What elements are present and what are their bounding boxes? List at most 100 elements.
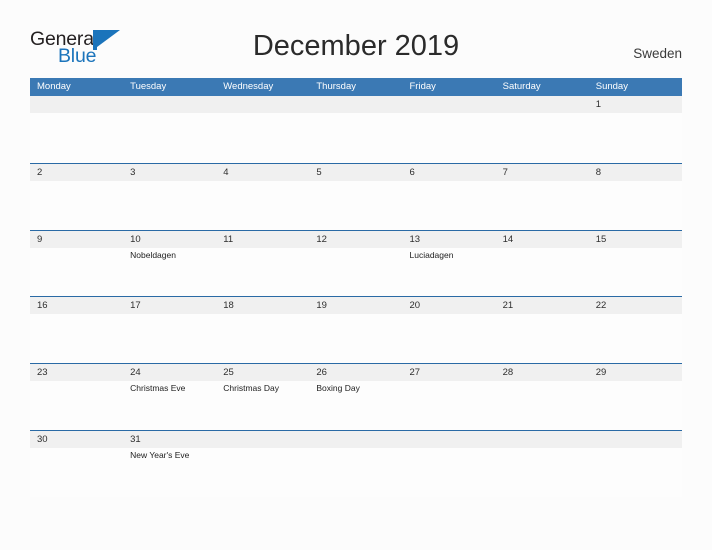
day-events-5 [309,181,402,229]
event-label[interactable]: Nobeldagen [130,250,216,261]
day-events-31: New Year's Eve [123,448,216,496]
day-number-29[interactable]: 29 [589,364,682,381]
day-events-26: Boxing Day [309,381,402,429]
event-label[interactable]: Boxing Day [316,383,402,394]
day-number-25[interactable]: 25 [216,364,309,381]
day-number-empty [30,96,123,113]
day-events-7 [496,181,589,229]
day-events-empty [30,113,123,161]
day-events-empty [309,113,402,161]
weekday-header-thursday: Thursday [316,81,356,92]
day-events-30 [30,448,123,496]
day-number-empty [309,96,402,113]
day-number-6[interactable]: 6 [403,164,496,181]
day-number-empty [403,431,496,448]
day-events-19 [309,314,402,362]
event-label[interactable]: New Year's Eve [130,450,216,461]
day-number-16[interactable]: 16 [30,297,123,314]
day-events-empty [216,448,309,496]
day-number-24[interactable]: 24 [123,364,216,381]
day-number-12[interactable]: 12 [309,231,402,248]
day-events-6 [403,181,496,229]
day-events-11 [216,248,309,296]
event-label[interactable]: Luciadagen [410,250,496,261]
day-event-band [30,113,682,161]
day-number-3[interactable]: 3 [123,164,216,181]
day-number-11[interactable]: 11 [216,231,309,248]
calendar-week-row: 30 31 New Year's Eve [30,429,682,497]
day-number-27[interactable]: 27 [403,364,496,381]
day-number-4[interactable]: 4 [216,164,309,181]
day-events-20 [403,314,496,362]
day-number-7[interactable]: 7 [496,164,589,181]
event-label[interactable]: Christmas Eve [130,383,216,394]
day-events-25: Christmas Day [216,381,309,429]
day-events-24: Christmas Eve [123,381,216,429]
day-number-14[interactable]: 14 [496,231,589,248]
day-number-empty [123,96,216,113]
weekday-header-monday: Monday [37,81,71,92]
day-number-22[interactable]: 22 [589,297,682,314]
day-number-21[interactable]: 21 [496,297,589,314]
calendar-week-row: 9 10 11 12 13 14 15 Nobeldagen Luciadagen [30,229,682,297]
day-number-2[interactable]: 2 [30,164,123,181]
day-events-29 [589,381,682,429]
day-number-15[interactable]: 15 [589,231,682,248]
day-number-20[interactable]: 20 [403,297,496,314]
calendar-weeks: 1 2 3 4 5 6 7 8 9 10 11 12 13 14 15 Nobeldagen Luciadage… [30,96,682,497]
day-number-26[interactable]: 26 [309,364,402,381]
day-number-empty [403,96,496,113]
day-number-28[interactable]: 28 [496,364,589,381]
day-events-empty [496,113,589,161]
day-number-31[interactable]: 31 [123,431,216,448]
day-number-30[interactable]: 30 [30,431,123,448]
day-events-empty [403,448,496,496]
calendar-week-row: 16 17 18 19 20 21 22 [30,296,682,364]
day-events-17 [123,314,216,362]
day-event-band: New Year's Eve [30,448,682,496]
day-number-band: 9 10 11 12 13 14 15 [30,230,682,248]
day-events-15 [589,248,682,296]
day-events-28 [496,381,589,429]
day-events-3 [123,181,216,229]
day-events-empty [123,113,216,161]
page-header: General Blue December 2019 Sweden [0,0,712,78]
day-events-23 [30,381,123,429]
day-events-9 [30,248,123,296]
day-event-band: Christmas Eve Christmas Day Boxing Day [30,381,682,429]
day-number-5[interactable]: 5 [309,164,402,181]
day-events-empty [403,113,496,161]
page-title: December 2019 [252,30,460,62]
day-number-band: 23 24 25 26 27 28 29 [30,364,682,382]
day-number-empty [496,431,589,448]
weekday-header-row: Monday Tuesday Wednesday Thursday Friday Satu… [30,78,682,96]
day-number-1[interactable]: 1 [589,96,682,113]
weekday-header-tuesday: Tuesday [130,81,167,92]
day-events-8 [589,181,682,229]
day-number-empty [216,431,309,448]
day-number-band: 30 31 [30,430,682,448]
event-label[interactable]: Christmas Day [223,383,309,394]
day-event-band [30,181,682,229]
weekday-header-sunday: Sunday [595,81,628,92]
day-number-empty [216,96,309,113]
day-number-13[interactable]: 13 [403,231,496,248]
day-events-18 [216,314,309,362]
calendar-week-row: 23 24 25 26 27 28 29 Christmas Eve Christmas Day… [30,363,682,430]
day-number-8[interactable]: 8 [589,164,682,181]
day-events-14 [496,248,589,296]
day-number-band: 2345678 [30,163,682,181]
day-number-9[interactable]: 9 [30,231,123,248]
day-number-10[interactable]: 10 [123,231,216,248]
day-number-band: 16 17 18 19 20 21 22 [30,297,682,315]
day-number-19[interactable]: 19 [309,297,402,314]
weekday-header-friday: Friday [409,81,436,92]
day-number-18[interactable]: 18 [216,297,309,314]
day-events-12 [309,248,402,296]
day-events-27 [403,381,496,429]
day-events-10: Nobeldagen [123,248,216,296]
day-number-23[interactable]: 23 [30,364,123,381]
day-number-17[interactable]: 17 [123,297,216,314]
day-events-13: Luciadagen [403,248,496,296]
day-number-empty [309,431,402,448]
